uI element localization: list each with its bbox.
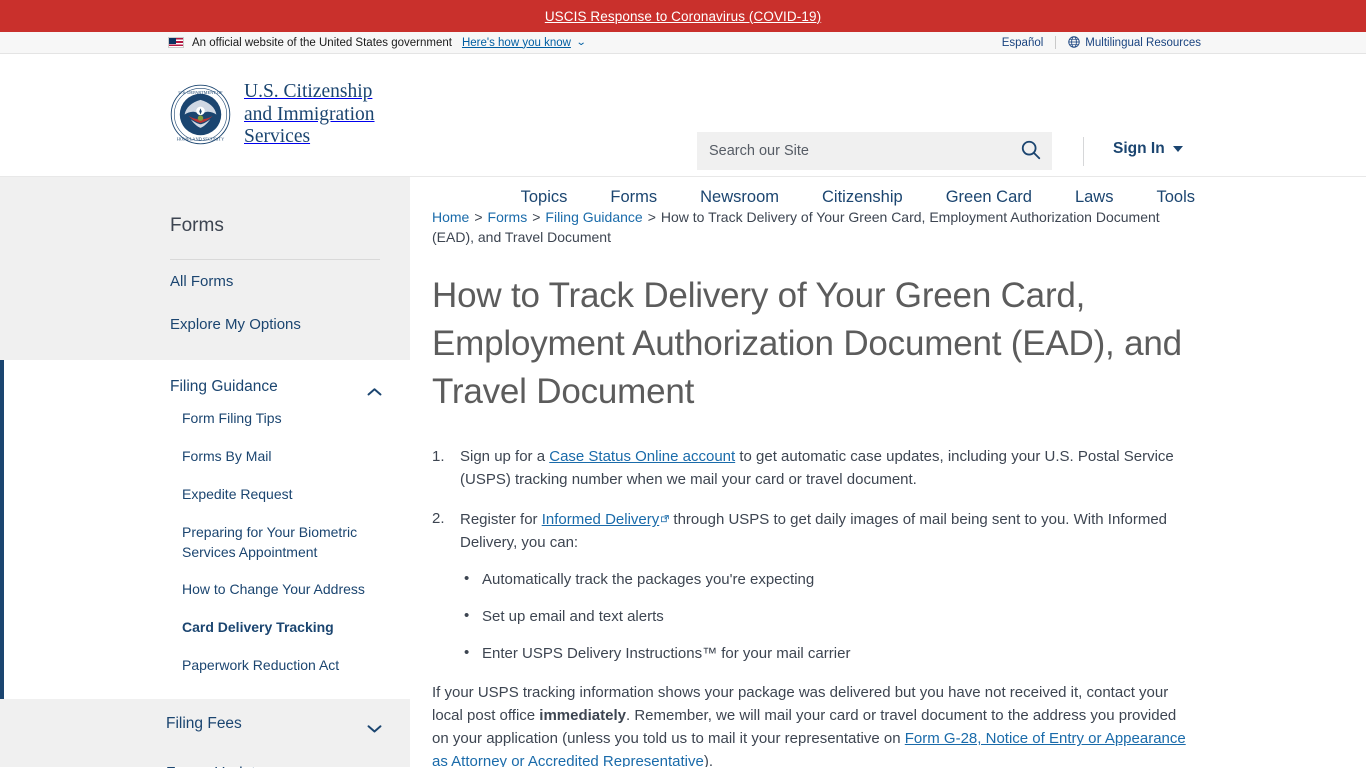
covid-alert-link[interactable]: USCIS Response to Coronavirus (COVID-19) [545, 9, 821, 24]
breadcrumb-separator: > [532, 209, 541, 225]
search-icon [1020, 139, 1042, 164]
sidebar-group-label: Filing Guidance [170, 378, 278, 395]
agency-line-1: U.S. Citizenship [244, 81, 373, 102]
sidebar-item-preparing-biometric-services[interactable]: Preparing for Your Biometric Services Ap… [4, 514, 410, 572]
site-search [697, 132, 1052, 170]
multilingual-resources-link[interactable]: Multilingual Resources [1068, 36, 1201, 49]
search-input[interactable] [697, 132, 1010, 170]
heres-how-you-know-link[interactable]: Here's how you know [462, 37, 571, 49]
nav-item-tools[interactable]: Tools [1135, 188, 1195, 207]
sidebar-group-toggle-forms-updates[interactable]: Forms Updates [0, 749, 410, 768]
sidebar-title: Forms [170, 215, 224, 236]
page-title: How to Track Delivery of Your Green Card… [432, 275, 1182, 412]
breadcrumb: Home > Forms > Filing Guidance > How to Track … [432, 207, 1190, 248]
main-content: Home > Forms > Filing Guidance > How to Track … [410, 177, 1366, 767]
dhs-seal-icon: U.S. DEPARTMENT OF HOMELAND SECURITY [170, 84, 231, 145]
official-gov-banner: An official website of the United States… [0, 32, 1366, 54]
sidebar-group-toggle-filing-fees[interactable]: Filing Fees [0, 699, 410, 749]
espanol-link[interactable]: Español [1002, 37, 1044, 49]
list-item: Automatically track the packages you're … [464, 570, 1190, 588]
para1-bold: immediately [539, 707, 627, 725]
chevron-down-icon[interactable]: ⌄ [576, 37, 587, 48]
list-item: Enter USPS Delivery Instructions™ for yo… [464, 644, 1190, 662]
covid-alert-banner: USCIS Response to Coronavirus (COVID-19) [0, 0, 1366, 32]
nav-item-citizenship[interactable]: Citizenship [801, 188, 925, 207]
breadcrumb-item-home[interactable]: Home [432, 209, 469, 225]
sidebar-item-card-delivery-tracking[interactable]: Card Delivery Tracking [4, 609, 410, 647]
section-sidebar: Forms All Forms Explore My Options Filin… [0, 177, 410, 768]
informed-delivery-link[interactable]: Informed Delivery [542, 511, 660, 528]
steps-list: Sign up for a Case Status Online account… [432, 446, 1190, 555]
agency-line-3: Services [244, 126, 311, 148]
sidebar-item-explore-my-options[interactable]: Explore My Options [0, 303, 410, 346]
chevron-down-icon [367, 720, 382, 732]
breadcrumb-separator: > [647, 209, 656, 225]
agency-line-2: and Immigration [244, 103, 375, 125]
page-body: Forms All Forms Explore My Options Filin… [0, 177, 1366, 768]
nav-item-topics[interactable]: Topics [499, 188, 589, 207]
step-2-pre: Register for [460, 511, 542, 529]
breadcrumb-separator: > [474, 209, 483, 225]
case-status-online-link[interactable]: Case Status Online account [549, 448, 735, 465]
chevron-up-icon [367, 383, 382, 395]
search-button[interactable] [1010, 132, 1052, 170]
globe-icon [1068, 36, 1080, 48]
sign-in-menu[interactable]: Sign In [1113, 140, 1183, 158]
step-item-2: Register for Informed Delivery through U… [432, 508, 1190, 555]
sidebar-group-toggle-filing-guidance[interactable]: Filing Guidance [4, 374, 410, 400]
svg-text:U.S. DEPARTMENT OF: U.S. DEPARTMENT OF [178, 90, 223, 95]
breadcrumb-item-filing-guidance[interactable]: Filing Guidance [545, 209, 642, 225]
breadcrumb-item-forms[interactable]: Forms [488, 209, 528, 225]
us-flag-icon [168, 37, 184, 48]
breadcrumb-current: How to Track Delivery of Your Green Card… [432, 209, 1160, 246]
sidebar-item-paperwork-reduction-act[interactable]: Paperwork Reduction Act [4, 647, 410, 685]
chevron-down-icon [1172, 146, 1183, 152]
site-masthead: U.S. DEPARTMENT OF HOMELAND SECURITY U.S… [0, 54, 1366, 206]
divider [1055, 36, 1057, 49]
informed-delivery-benefits-list: Automatically track the packages you're … [464, 570, 1190, 662]
nav-item-green-card[interactable]: Green Card [924, 188, 1053, 207]
gov-banner-text: An official website of the United States… [192, 36, 452, 49]
sidebar-item-form-filing-tips[interactable]: Form Filing Tips [4, 400, 410, 438]
sidebar-item-expedite-request[interactable]: Expedite Request [4, 476, 410, 514]
nav-item-forms[interactable]: Forms [589, 188, 679, 207]
multilingual-resources-label: Multilingual Resources [1085, 37, 1201, 49]
list-item: Set up email and text alerts [464, 607, 1190, 625]
sidebar-group-filing-guidance: Filing Guidance Form Filing Tips Forms B… [0, 360, 410, 699]
uscis-logo-link[interactable]: U.S. DEPARTMENT OF HOMELAND SECURITY U.S… [170, 81, 375, 149]
sign-in-label: Sign In [1113, 140, 1165, 157]
step-1-pre: Sign up for a [460, 448, 550, 466]
divider [1083, 137, 1084, 166]
sidebar-group-label: Filing Fees [166, 715, 242, 732]
svg-text:HOMELAND SECURITY: HOMELAND SECURITY [177, 137, 225, 142]
agency-name: U.S. Citizenship and Immigration Service… [244, 81, 375, 149]
paragraph-tracking-info: If your USPS tracking information shows … [432, 682, 1190, 767]
nav-item-laws[interactable]: Laws [1053, 188, 1135, 207]
sidebar-item-all-forms[interactable]: All Forms [0, 260, 410, 303]
sidebar-item-forms-by-mail[interactable]: Forms By Mail [4, 438, 410, 476]
nav-item-newsroom[interactable]: Newsroom [679, 188, 801, 207]
step-item-1: Sign up for a Case Status Online account… [432, 446, 1190, 492]
para1-part3: ). [703, 753, 713, 767]
sidebar-item-how-to-change-your-address[interactable]: How to Change Your Address [4, 571, 410, 609]
